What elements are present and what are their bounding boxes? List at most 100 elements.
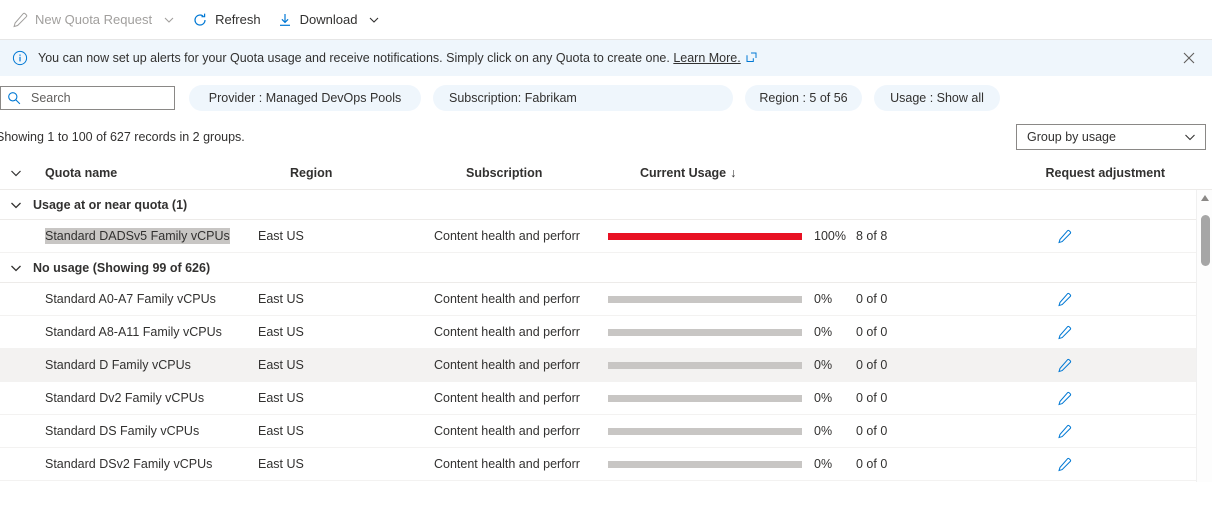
usage-bar-track <box>608 460 802 468</box>
cell-request-adjustment[interactable] <box>958 391 1212 406</box>
cell-subscription: Content health and perforr <box>434 358 580 372</box>
table-row[interactable]: Standard Dv2 Family vCPUs East US Content … <box>0 382 1212 415</box>
refresh-icon <box>192 12 208 28</box>
new-quota-request-button[interactable]: New Quota Request <box>4 5 184 35</box>
cell-quota-name[interactable]: Standard DADSv5 Family vCPUs <box>0 228 258 244</box>
cell-subscription: Content health and perforr <box>434 391 580 405</box>
refresh-button[interactable]: Refresh <box>184 5 269 35</box>
scrollbar-thumb[interactable] <box>1201 215 1210 266</box>
group-title: Usage at or near quota (1) <box>33 197 188 212</box>
usage-percent-label: 0% <box>814 391 833 405</box>
group-no-usage[interactable]: No usage (Showing 99 of 626) <box>0 253 1212 283</box>
cell-quota-name[interactable]: Standard DSv2 Family vCPUs <box>0 457 258 471</box>
search-icon <box>7 91 21 105</box>
table-row[interactable]: Standard A0-A7 Family vCPUs East US Conten… <box>0 283 1212 316</box>
group-collapse-toggle[interactable] <box>0 198 32 212</box>
info-banner-message: You can now set up alerts for your Quota… <box>38 51 670 65</box>
usage-ratio-label: 0 of 0 <box>856 457 888 471</box>
group-title: No usage (Showing 99 of 626) <box>33 260 211 275</box>
pencil-icon <box>12 12 28 28</box>
pencil-icon[interactable] <box>1057 457 1072 472</box>
cell-current-usage: 0% 0 of 0 <box>608 358 958 372</box>
quota-name-text: Standard DSv2 Family vCPUs <box>45 457 213 471</box>
column-header-current-usage-label: Current Usage <box>640 165 727 180</box>
quota-name-text: Standard Dv2 Family vCPUs <box>45 391 205 405</box>
chevron-down-icon <box>11 265 21 271</box>
caret-up-icon <box>1201 195 1209 201</box>
cell-request-adjustment[interactable] <box>958 358 1212 373</box>
cell-request-adjustment[interactable] <box>958 325 1212 340</box>
new-quota-request-label: New Quota Request <box>35 12 153 27</box>
table-row[interactable]: Standard DSv2 Family vCPUs East US Content… <box>0 448 1212 481</box>
filter-region[interactable]: Region : 5 of 56 <box>745 85 862 111</box>
cell-region: East US <box>258 229 304 243</box>
refresh-label: Refresh <box>215 12 261 27</box>
command-bar: New Quota Request Refresh Download <box>0 0 1212 40</box>
usage-bar-track <box>608 394 802 402</box>
download-button[interactable]: Download <box>269 5 390 35</box>
cell-quota-name[interactable]: Standard A0-A7 Family vCPUs <box>0 292 258 306</box>
usage-percent-label: 0% <box>814 358 833 372</box>
external-link-icon <box>746 52 757 63</box>
pencil-icon[interactable] <box>1057 292 1072 307</box>
quota-name-text: Standard D Family vCPUs <box>45 358 191 372</box>
usage-bar-fill <box>608 232 802 240</box>
sort-descending-icon: ↓ <box>730 165 737 180</box>
chevron-down-icon[interactable] <box>367 13 381 27</box>
cell-quota-name[interactable]: Standard DS Family vCPUs <box>0 424 258 438</box>
filter-provider-label: Provider : Managed DevOps Pools <box>208 91 402 105</box>
cell-region: East US <box>258 391 304 405</box>
cell-current-usage: 0% 0 of 0 <box>608 391 958 405</box>
column-header-quota-name[interactable]: Quota name <box>32 166 290 180</box>
usage-percent-label: 0% <box>814 292 833 306</box>
pencil-icon[interactable] <box>1057 358 1072 373</box>
learn-more-link[interactable]: Learn More. <box>673 51 740 65</box>
filter-usage[interactable]: Usage : Show all <box>874 85 1000 111</box>
column-header-region[interactable]: Region <box>290 166 466 180</box>
cell-current-usage: 0% 0 of 0 <box>608 424 958 438</box>
cell-request-adjustment[interactable] <box>958 424 1212 439</box>
column-header-subscription[interactable]: Subscription <box>466 166 640 180</box>
chevron-down-icon[interactable] <box>162 13 176 27</box>
usage-ratio-label: 0 of 0 <box>856 358 888 372</box>
quota-name-selected-text: Standard DADSv5 Family vCPUs <box>45 228 230 244</box>
group-by-dropdown[interactable]: Group by usage <box>1016 124 1206 150</box>
column-header-request-adjustment: Request adjustment <box>1045 165 1165 180</box>
cell-request-adjustment[interactable] <box>958 229 1212 244</box>
usage-percent-label: 0% <box>814 457 833 471</box>
close-banner-button[interactable] <box>1176 45 1202 71</box>
group-collapse-toggle[interactable] <box>0 261 32 275</box>
vertical-scrollbar[interactable] <box>1196 190 1212 482</box>
search-input[interactable] <box>29 90 168 106</box>
search-box[interactable] <box>0 86 175 110</box>
table-row[interactable]: Standard A8-A11 Family vCPUs East US Conte… <box>0 316 1212 349</box>
usage-percent-label: 0% <box>814 424 833 438</box>
cell-quota-name[interactable]: Standard D Family vCPUs <box>0 358 258 372</box>
cell-request-adjustment[interactable] <box>958 292 1212 307</box>
cell-request-adjustment[interactable] <box>958 457 1212 472</box>
filter-usage-label: Usage : Show all <box>890 91 984 105</box>
usage-bar-track <box>608 232 802 240</box>
scroll-up-button[interactable] <box>1197 190 1212 206</box>
table-row[interactable]: Standard D Family vCPUs East US Content he… <box>0 349 1212 382</box>
column-header-current-usage[interactable]: Current Usage ↓ <box>640 166 990 180</box>
pencil-icon[interactable] <box>1057 391 1072 406</box>
cell-region: East US <box>258 358 304 372</box>
usage-ratio-label: 8 of 8 <box>856 229 888 243</box>
expand-all-toggle[interactable] <box>0 166 32 180</box>
chevron-down-icon <box>11 202 21 208</box>
cell-quota-name[interactable]: Standard Dv2 Family vCPUs <box>0 391 258 405</box>
cell-subscription: Content health and perforr <box>434 325 580 339</box>
pencil-icon[interactable] <box>1057 325 1072 340</box>
group-usage-at-or-near-quota[interactable]: Usage at or near quota (1) <box>0 190 1212 220</box>
filter-subscription[interactable]: Subscription: Fabrikam <box>433 85 733 111</box>
cell-quota-name[interactable]: Standard A8-A11 Family vCPUs <box>0 325 258 339</box>
table-row[interactable]: Standard DADSv5 Family vCPUs East US Conte… <box>0 220 1212 253</box>
table-row[interactable]: Standard DS Family vCPUs East US Content h… <box>0 415 1212 448</box>
quotas-page: New Quota Request Refresh Download You c… <box>0 0 1212 508</box>
filter-provider[interactable]: Provider : Managed DevOps Pools <box>189 85 421 111</box>
chevron-down-icon <box>11 170 21 176</box>
pencil-icon[interactable] <box>1057 229 1072 244</box>
usage-percent-label: 0% <box>814 325 833 339</box>
pencil-icon[interactable] <box>1057 424 1072 439</box>
